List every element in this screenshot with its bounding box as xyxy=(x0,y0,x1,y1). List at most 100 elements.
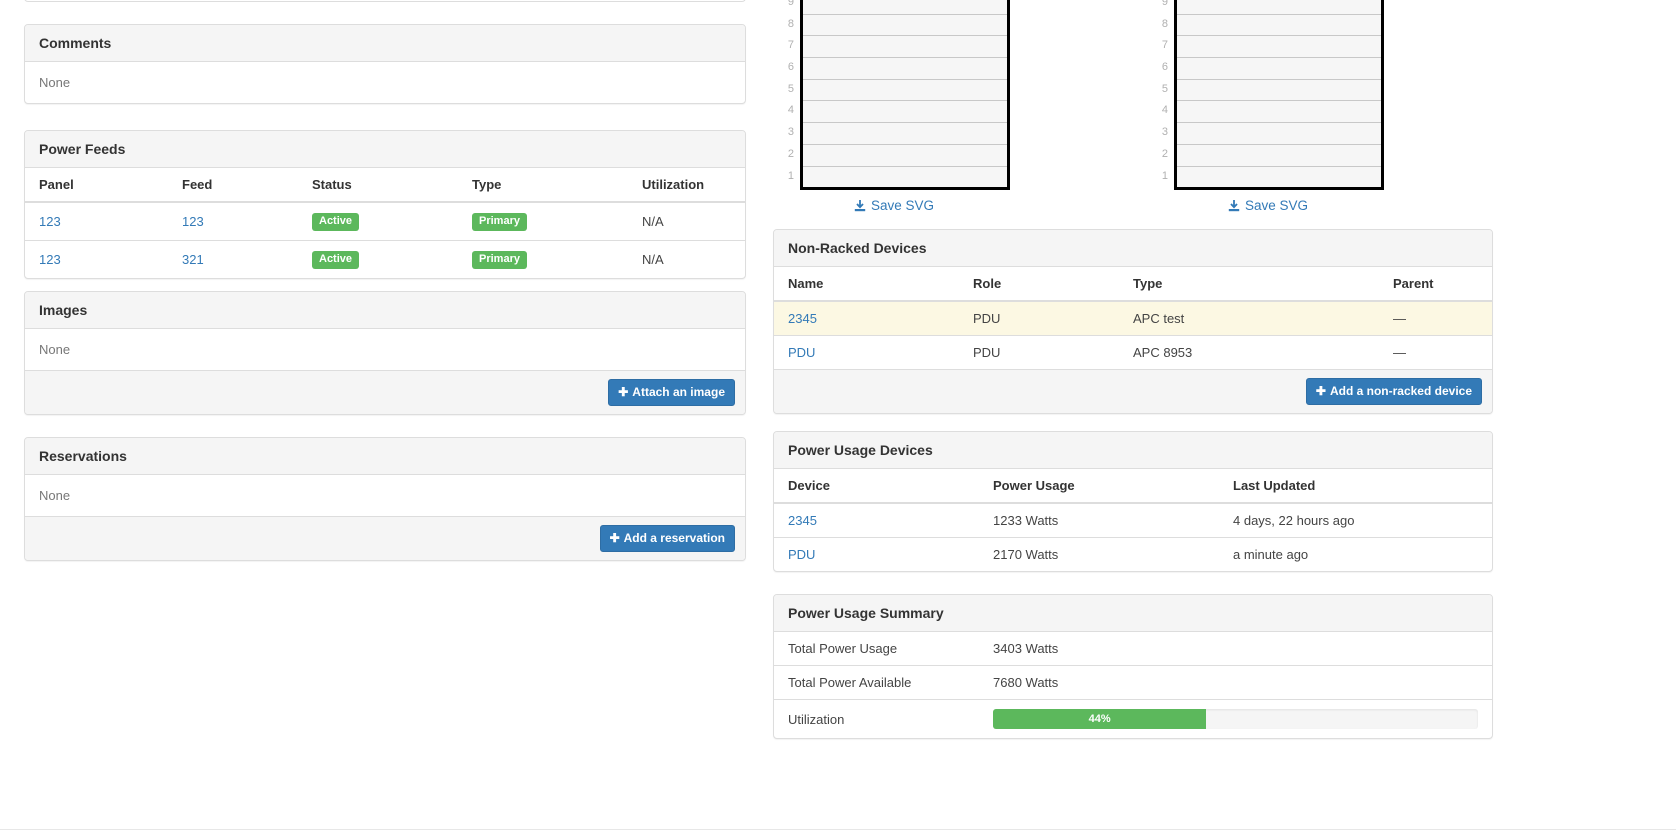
rack-unit-slot[interactable] xyxy=(803,165,1007,188)
rack-unit-slot[interactable] xyxy=(803,78,1007,101)
add-non-racked-device-button[interactable]: ✚ Add a non-racked device xyxy=(1305,378,1482,406)
power-usage-summary-table: Total Power Usage 3403 Watts Total Power… xyxy=(774,632,1492,738)
power-usage-devices-panel: Power Usage Devices Device Power Usage L… xyxy=(773,431,1493,572)
table-row: 123 123 Active Primary N/A xyxy=(25,202,745,241)
panel-bottom-edge-cutoff xyxy=(24,0,746,2)
rack-front-frame xyxy=(800,0,1010,191)
rack-unit-slot[interactable] xyxy=(803,143,1007,166)
images-panel-title: Images xyxy=(25,292,745,329)
save-svg-front-label: Save SVG xyxy=(870,198,935,214)
column-header-role: Role xyxy=(963,267,1123,302)
table-row: 2345 1233 Watts 4 days, 22 hours ago xyxy=(774,503,1492,538)
power-feeds-panel: Power Feeds Panel Feed Status Type Utili… xyxy=(24,130,746,279)
add-reservation-button[interactable]: ✚ Add a reservation xyxy=(599,525,735,553)
power-usage-devices-panel-title: Power Usage Devices xyxy=(774,432,1492,469)
comments-panel-title: Comments xyxy=(25,25,745,62)
rack-unit-slot[interactable] xyxy=(1177,122,1381,144)
rack-unit-slot[interactable] xyxy=(803,0,1007,14)
rack-rear-frame xyxy=(1174,0,1384,191)
table-row: Total Power Usage 3403 Watts xyxy=(774,632,1492,666)
page-bottom-divider xyxy=(0,829,1676,830)
rack-unit-label: 1 xyxy=(1161,169,1168,182)
rack-unit-slot[interactable] xyxy=(803,100,1007,123)
rack-unit-slot[interactable] xyxy=(803,13,1007,36)
utilization-label: Utilization xyxy=(774,699,983,738)
power-last-updated: a minute ago xyxy=(1223,537,1492,571)
device-parent: — xyxy=(1383,301,1492,336)
type-badge: Primary xyxy=(472,213,527,231)
rack-unit-slot[interactable] xyxy=(803,122,1007,144)
column-header-power-usage: Power Usage xyxy=(983,469,1223,504)
power-feed-panel-link[interactable]: 123 xyxy=(39,214,61,229)
rack-unit-label: 5 xyxy=(1161,82,1168,95)
rack-unit-slot[interactable] xyxy=(1177,0,1381,14)
power-feed-panel-link[interactable]: 123 xyxy=(39,252,61,267)
download-icon xyxy=(854,200,866,215)
summary-label: Total Power Usage xyxy=(788,641,898,656)
column-header-name: Name xyxy=(774,267,963,302)
power-feeds-table: Panel Feed Status Type Utilization 123 1… xyxy=(25,168,745,278)
images-panel: Images None ✚ Attach an image xyxy=(24,291,746,416)
rack-unit-label: 8 xyxy=(1161,17,1168,30)
power-device-link[interactable]: PDU xyxy=(788,547,815,562)
power-last-updated: 4 days, 22 hours ago xyxy=(1233,513,1355,528)
rack-unit-slot[interactable] xyxy=(1177,78,1381,101)
rack-unit-label: 2 xyxy=(787,147,794,160)
rack-unit-label: 6 xyxy=(1161,61,1168,74)
save-svg-rear-link[interactable]: Save SVG xyxy=(1152,198,1384,215)
power-feed-feed-link[interactable]: 321 xyxy=(182,252,204,267)
non-racked-devices-panel-footer: ✚ Add a non-racked device xyxy=(774,369,1492,414)
rack-unit-slot[interactable] xyxy=(803,57,1007,79)
column-header-device: Device xyxy=(774,469,983,504)
rack-unit-slot[interactable] xyxy=(1177,100,1381,123)
table-row: Total Power Available 7680 Watts xyxy=(774,665,1492,700)
summary-value: 7680 Watts xyxy=(983,665,1492,700)
attach-image-button[interactable]: ✚ Attach an image xyxy=(608,379,735,407)
reservations-panel-title: Reservations xyxy=(25,438,745,475)
reservations-panel: Reservations None ✚ Add a reservation xyxy=(24,437,746,562)
utilization-progress-bar: 44% xyxy=(993,709,1207,729)
rack-unit-label: 8 xyxy=(787,17,794,30)
power-feeds-panel-title: Power Feeds xyxy=(25,131,745,168)
rack-unit-label: 3 xyxy=(1161,126,1168,139)
rack-unit-slot[interactable] xyxy=(803,35,1007,58)
rack-unit-slot[interactable] xyxy=(1177,13,1381,36)
table-row: PDU PDU APC 8953 — xyxy=(774,335,1492,369)
column-header-parent: Parent xyxy=(1383,267,1492,302)
rack-unit-slot[interactable] xyxy=(1177,57,1381,79)
non-racked-devices-panel: Non-Racked Devices Name Role Type Parent… xyxy=(773,229,1493,415)
rack-unit-slot[interactable] xyxy=(1177,143,1381,166)
device-role: PDU xyxy=(963,301,1123,336)
table-row: PDU 2170 Watts a minute ago xyxy=(774,537,1492,571)
rack-unit-label: 2 xyxy=(1161,147,1168,160)
save-svg-front-link[interactable]: Save SVG xyxy=(778,198,1010,215)
device-parent: — xyxy=(1383,335,1492,369)
rack-unit-label: 9 xyxy=(1161,0,1168,8)
device-name-link[interactable]: 2345 xyxy=(788,311,817,326)
column-header-status: Status xyxy=(302,168,462,203)
power-feed-feed-link[interactable]: 123 xyxy=(182,214,204,229)
rack-unit-slot[interactable] xyxy=(1177,165,1381,188)
rack-unit-label: 7 xyxy=(787,39,794,52)
rack-unit-slot[interactable] xyxy=(1177,35,1381,58)
device-type: APC test xyxy=(1123,301,1383,336)
device-name-link[interactable]: PDU xyxy=(788,345,815,360)
power-device-link[interactable]: 2345 xyxy=(788,513,817,528)
rack-unit-label: 6 xyxy=(787,61,794,74)
page-root: Comments None Power Feeds Panel Feed Sta… xyxy=(0,0,1676,838)
power-usage-value: 2170 Watts xyxy=(983,537,1223,571)
type-badge: Primary xyxy=(472,251,527,269)
rack-unit-label: 1 xyxy=(787,169,794,182)
plus-icon: ✚ xyxy=(609,531,620,545)
summary-label: Total Power Available xyxy=(774,665,983,700)
status-badge: Active xyxy=(312,213,360,231)
rack-unit-label: 9 xyxy=(787,0,794,8)
power-usage-value: 1233 Watts xyxy=(993,513,1059,528)
images-panel-body: None xyxy=(39,342,71,357)
plus-icon: ✚ xyxy=(1315,384,1326,398)
add-reservation-button-label: Add a reservation xyxy=(623,531,725,545)
status-badge: Active xyxy=(312,251,360,269)
reservations-panel-body: None xyxy=(39,488,71,503)
rack-elevation-rear: 9 8 7 6 5 4 3 2 1 Save SVG xyxy=(1152,0,1384,215)
device-role: PDU xyxy=(963,335,1123,369)
